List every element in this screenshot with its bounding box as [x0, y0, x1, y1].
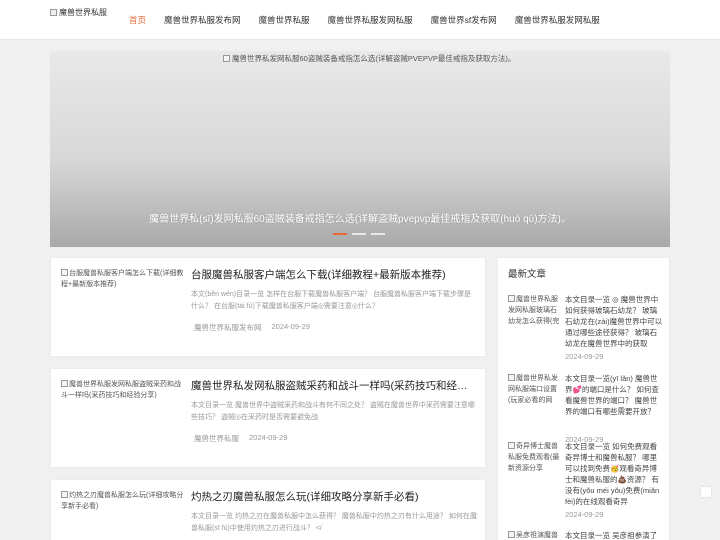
- broken-image-icon: [61, 380, 68, 387]
- main-nav: 首页 魔兽世界私服发布网 魔兽世界私服 魔兽世界私服发网私服 魔兽世界sf发布网…: [120, 0, 609, 40]
- logo-alt-text: 魔兽世界私服: [59, 8, 107, 17]
- broken-image-icon: [508, 374, 515, 381]
- article-meta: 魔兽世界私服 2024-09-29: [194, 433, 287, 444]
- article-title[interactable]: 灼热之刃魔兽私服怎么玩(详细攻略分享新手必看): [191, 489, 477, 504]
- sidebar-title: 最新文章: [508, 269, 547, 280]
- sidebar-item[interactable]: 吴彦祖演魔兽 本文目录一览 吴彦祖参演了魔: [508, 530, 664, 540]
- sidebar-item-thumbnail[interactable]: 魔兽世界私服发网私服玻璃石幼龙怎么获得(完: [508, 294, 560, 327]
- sidebar-item-text[interactable]: 本文目录一览 吴彦祖参演了魔: [565, 530, 664, 540]
- thumbnail-alt-text: 台服魔兽私服客户端怎么下载(详细教程+最新版本推荐): [61, 270, 184, 288]
- sidebar-item[interactable]: 魔兽世界私服发网私服玻璃石幼龙怎么获得(完 本文目录一览 ◎ 魔兽世界中如何获得…: [508, 294, 664, 364]
- thumbnail-alt-text: 魔兽世界私发网私服端口设置(玩家必看的网: [508, 375, 558, 404]
- sidebar-item-date: 2024-09-29: [565, 510, 604, 519]
- article-card: 台服魔兽私服客户端怎么下载(详细教程+最新版本推荐) 台服魔兽私服客户端怎么下载…: [50, 257, 486, 357]
- broken-image-icon: [508, 531, 515, 538]
- article-thumbnail[interactable]: 灼热之刃魔兽私服怎么玩(详细攻略分享新手必看): [61, 490, 185, 512]
- nav-item-private-server-release[interactable]: 魔兽世界私服发布网: [155, 14, 250, 26]
- slider-dots: [333, 233, 385, 235]
- thumbnail-alt-text: 魔兽世界私服发网私服玻璃石幼龙怎么获得(完: [508, 296, 560, 325]
- nav-item-private-server-network[interactable]: 魔兽世界私服发网私服: [319, 14, 422, 26]
- sidebar-item[interactable]: 魔兽世界私发网私服端口设置(玩家必看的网 本文目录一览(yī lǎn) 魔兽世界…: [508, 373, 664, 444]
- thumbnail-alt-text: 灼热之刃魔兽私服怎么玩(详细攻略分享新手必看): [61, 492, 184, 510]
- article-category[interactable]: 魔兽世界私服发布网: [194, 322, 262, 333]
- sidebar-item-thumbnail[interactable]: 奇异博士魔兽私服免费观看(最新资源分享: [508, 441, 560, 474]
- broken-image-icon: [61, 491, 68, 498]
- article-excerpt: 本文目录一览 灼热之刃在魔兽私服中怎么获得？ 魔兽私服中灼热之刃有什么用途？ 如…: [191, 513, 477, 532]
- article-title[interactable]: 台服魔兽私服客户端怎么下载(详细教程+最新版本推荐): [191, 267, 477, 282]
- nav-item-home[interactable]: 首页: [120, 14, 155, 26]
- nav-item-private-server-network-2[interactable]: 魔兽世界私服发网私服: [506, 14, 609, 26]
- sidebar-latest-articles: 最新文章 魔兽世界私服发网私服玻璃石幼龙怎么获得(完 本文目录一览 ◎ 魔兽世界…: [497, 257, 670, 540]
- nav-item-sf-release[interactable]: 魔兽世界sf发布网: [422, 14, 506, 26]
- broken-image-icon: [50, 9, 57, 16]
- hero-image-alt: 魔兽世界私发网私服60盗贼装备戒指怎么选(详解盗贼PVEPVP最佳戒指及获取方法…: [232, 54, 516, 63]
- sidebar-item-date: 2024-09-29: [565, 352, 604, 361]
- back-to-top-button[interactable]: [700, 486, 712, 498]
- article-thumbnail[interactable]: 魔兽世界私服发网私服盗贼采药和战斗一样吗(采药技巧和经验分享): [61, 379, 185, 401]
- hero-caption[interactable]: 魔兽世界私(sī)发网私服60盗贼装备戒指怎么选(详解盗贼pvepvp最佳戒指及…: [50, 210, 670, 225]
- article-date: 2024-09-29: [271, 322, 310, 331]
- thumbnail-alt-text: 吴彦祖演魔兽: [516, 532, 558, 539]
- sidebar-item-thumbnail[interactable]: 吴彦祖演魔兽: [508, 530, 560, 540]
- sidebar-item-text[interactable]: 本文目录一览(yī lǎn) 魔兽世界💕的端口是什么？ 如何查看魔兽世界的端口？…: [565, 373, 664, 417]
- broken-image-icon: [508, 442, 515, 449]
- sidebar-item-text[interactable]: 本文目录一览 如何免费观看奇异博士和魔兽私服？ 哪里可以找到免费🥳观看奇异博士和…: [565, 441, 664, 507]
- sidebar-item-text[interactable]: 本文目录一览 ◎ 魔兽世界中如何获得玻璃石幼龙？ 玻璃石幼龙在(zài)魔兽世界…: [565, 294, 664, 349]
- thumbnail-alt-text: 魔兽世界私服发网私服盗贼采药和战斗一样吗(采药技巧和经验分享): [61, 381, 181, 399]
- article-thumbnail[interactable]: 台服魔兽私服客户端怎么下载(详细教程+最新版本推荐): [61, 268, 185, 290]
- broken-image-icon: [223, 55, 230, 62]
- article-card: 灼热之刃魔兽私服怎么玩(详细攻略分享新手必看) 灼热之刃魔兽私服怎么玩(详细攻略…: [50, 479, 486, 540]
- sidebar-item-thumbnail[interactable]: 魔兽世界私发网私服端口设置(玩家必看的网: [508, 373, 560, 406]
- hero-image: 魔兽世界私发网私服60盗贼装备戒指怎么选(详解盗贼PVEPVP最佳戒指及获取方法…: [223, 53, 515, 64]
- sidebar-item[interactable]: 奇异博士魔兽私服免费观看(最新资源分享 本文目录一览 如何免费观看奇异博士和魔兽…: [508, 441, 664, 521]
- slider-dot-1[interactable]: [333, 233, 347, 235]
- article-excerpt: 本文(běn wén)目录一览 怎样在台服下载魔兽私服客户端？ 台服魔兽私服客户…: [191, 291, 472, 310]
- site-logo[interactable]: 魔兽世界私服: [50, 7, 107, 18]
- broken-image-icon: [61, 269, 68, 276]
- article-title[interactable]: 魔兽世界私发网私服盗贼采药和战斗一样吗(采药技巧和经验分享): [191, 378, 477, 393]
- article-card: 魔兽世界私服发网私服盗贼采药和战斗一样吗(采药技巧和经验分享) 魔兽世界私发网私…: [50, 368, 486, 468]
- article-excerpt: 本文目录一览 魔兽世界中盗贼采药和战斗有何不同之处？ 盗贼在魔兽世界中采药需要注…: [191, 402, 475, 421]
- article-meta: 魔兽世界私服发布网 2024-09-29: [194, 322, 310, 333]
- thumbnail-alt-text: 奇异博士魔兽私服免费观看(最新资源分享: [508, 443, 560, 472]
- nav-item-private-server[interactable]: 魔兽世界私服: [250, 14, 319, 26]
- article-date: 2024-09-29: [249, 433, 288, 442]
- hero-slider[interactable]: 魔兽世界私发网私服60盗贼装备戒指怎么选(详解盗贼PVEPVP最佳戒指及获取方法…: [50, 51, 670, 247]
- article-category[interactable]: 魔兽世界私服: [194, 433, 239, 444]
- slider-dot-3[interactable]: [371, 233, 385, 235]
- broken-image-icon: [508, 295, 515, 302]
- slider-dot-2[interactable]: [352, 233, 366, 235]
- site-header: 魔兽世界私服 首页 魔兽世界私服发布网 魔兽世界私服 魔兽世界私服发网私服 魔兽…: [0, 0, 720, 40]
